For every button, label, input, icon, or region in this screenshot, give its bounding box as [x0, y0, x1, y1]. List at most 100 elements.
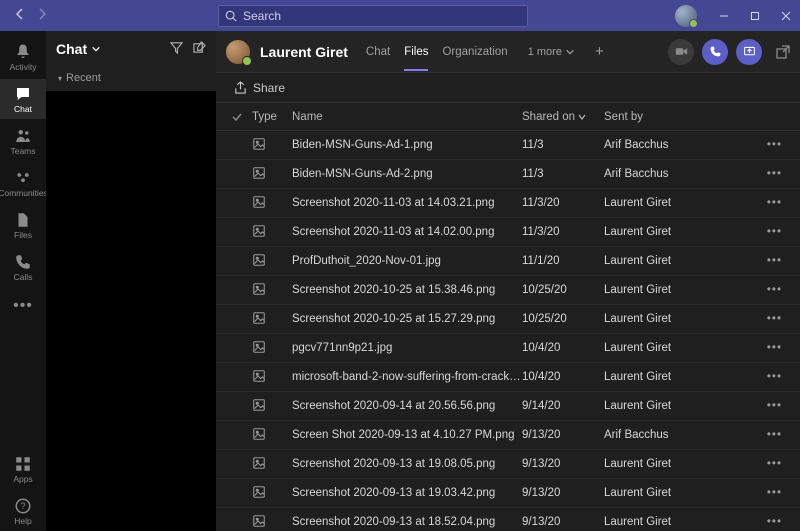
file-name: pgcv771nn9p21.jpg — [292, 342, 522, 354]
row-more-button[interactable]: ••• — [724, 516, 794, 528]
table-row[interactable]: Screenshot 2020-10-25 at 15.27.29.png10/… — [216, 305, 800, 334]
close-button[interactable] — [772, 2, 800, 30]
table-row[interactable]: Screen Shot 2020-09-13 at 4.10.27 PM.png… — [216, 421, 800, 450]
file-sent-by: Arif Bacchus — [604, 429, 724, 441]
image-file-icon — [252, 514, 266, 528]
row-more-button[interactable]: ••• — [724, 284, 794, 296]
rail-activity[interactable]: Activity — [0, 37, 46, 77]
search-icon — [225, 10, 237, 22]
rail-label: Help — [14, 516, 31, 526]
file-sent-by: Laurent Giret — [604, 284, 724, 296]
tab-chat[interactable]: Chat — [366, 33, 390, 71]
row-more-button[interactable]: ••• — [724, 400, 794, 412]
column-name[interactable]: Name — [292, 111, 522, 123]
more-tabs-dropdown[interactable]: 1 more — [528, 46, 575, 58]
image-file-icon — [252, 485, 266, 499]
app-rail: Activity Chat Teams Communities Files Ca… — [0, 31, 46, 531]
table-row[interactable]: Screenshot 2020-09-13 at 18.52.04.png9/1… — [216, 508, 800, 531]
rail-calls[interactable]: Calls — [0, 247, 46, 287]
rail-label: Apps — [13, 474, 32, 484]
screen-share-button[interactable] — [736, 39, 762, 65]
file-date: 9/13/20 — [522, 487, 604, 499]
popout-button[interactable] — [776, 45, 790, 59]
table-row[interactable]: Screenshot 2020-11-03 at 14.03.21.png11/… — [216, 189, 800, 218]
video-call-button[interactable] — [668, 39, 694, 65]
table-row[interactable]: Screenshot 2020-09-13 at 19.08.05.png9/1… — [216, 450, 800, 479]
rail-communities[interactable]: Communities — [0, 163, 46, 203]
rail-apps[interactable]: Apps — [0, 449, 46, 489]
table-row[interactable]: pgcv771nn9p21.jpg10/4/20Laurent Giret••• — [216, 334, 800, 363]
table-row[interactable]: microsoft-band-2-now-suffering-from-crac… — [216, 363, 800, 392]
recent-section[interactable]: Recent — [46, 66, 216, 90]
rail-teams[interactable]: Teams — [0, 121, 46, 161]
image-file-icon — [252, 398, 266, 412]
file-date: 10/25/20 — [522, 313, 604, 325]
image-file-icon — [252, 195, 266, 209]
file-name: Screen Shot 2020-09-13 at 4.10.27 PM.png — [292, 429, 522, 441]
row-more-button[interactable]: ••• — [724, 313, 794, 325]
rail-chat[interactable]: Chat — [0, 79, 46, 119]
add-tab-button[interactable]: + — [595, 43, 604, 60]
minimize-button[interactable] — [710, 2, 738, 30]
person-name: Laurent Giret — [260, 44, 348, 60]
share-button[interactable]: Share — [234, 81, 285, 95]
rail-label: Teams — [10, 146, 35, 156]
new-chat-button[interactable] — [193, 41, 206, 57]
file-sent-by: Laurent Giret — [604, 487, 724, 499]
row-more-button[interactable]: ••• — [724, 255, 794, 267]
image-file-icon — [252, 282, 266, 296]
table-row[interactable]: Screenshot 2020-09-14 at 20.56.56.png9/1… — [216, 392, 800, 421]
sort-desc-icon — [578, 113, 586, 121]
row-more-button[interactable]: ••• — [724, 168, 794, 180]
chat-panel-title[interactable]: Chat — [56, 41, 87, 57]
back-button[interactable] — [14, 8, 26, 23]
row-more-button[interactable]: ••• — [724, 226, 794, 238]
file-name: Screenshot 2020-09-13 at 19.08.05.png — [292, 458, 522, 470]
file-date: 9/13/20 — [522, 429, 604, 441]
audio-call-button[interactable] — [702, 39, 728, 65]
file-date: 11/3/20 — [522, 226, 604, 238]
file-date: 10/4/20 — [522, 342, 604, 354]
person-avatar[interactable] — [226, 40, 250, 64]
window-controls — [675, 2, 800, 30]
chevron-down-icon[interactable] — [91, 44, 101, 54]
row-more-button[interactable]: ••• — [724, 197, 794, 209]
table-row[interactable]: Screenshot 2020-11-03 at 14.02.00.png11/… — [216, 218, 800, 247]
column-sent-by[interactable]: Sent by — [604, 111, 724, 123]
file-date: 9/13/20 — [522, 458, 604, 470]
file-sent-by: Arif Bacchus — [604, 139, 724, 151]
tab-files[interactable]: Files — [404, 33, 428, 71]
profile-avatar[interactable] — [675, 5, 697, 27]
file-date: 11/3/20 — [522, 197, 604, 209]
file-name: Screenshot 2020-09-13 at 19.03.42.png — [292, 487, 522, 499]
row-more-button[interactable]: ••• — [724, 139, 794, 151]
rail-more[interactable]: ••• — [13, 289, 33, 323]
column-type[interactable]: Type — [252, 111, 292, 123]
table-row[interactable]: ProfDuthoit_2020-Nov-01.jpg11/1/20Lauren… — [216, 247, 800, 276]
search-box[interactable]: Search — [218, 5, 528, 27]
row-more-button[interactable]: ••• — [724, 342, 794, 354]
row-more-button[interactable]: ••• — [724, 458, 794, 470]
filter-button[interactable] — [170, 41, 183, 57]
maximize-button[interactable] — [741, 2, 769, 30]
forward-button[interactable] — [36, 8, 48, 23]
select-all-checkbox[interactable] — [222, 111, 252, 123]
row-more-button[interactable]: ••• — [724, 429, 794, 441]
file-date: 9/13/20 — [522, 516, 604, 528]
rail-help[interactable]: ? Help — [0, 491, 46, 531]
image-file-icon — [252, 224, 266, 238]
table-row[interactable]: Screenshot 2020-10-25 at 15.38.46.png10/… — [216, 276, 800, 305]
column-shared-on[interactable]: Shared on — [522, 111, 604, 123]
share-icon — [234, 81, 247, 94]
tab-organization[interactable]: Organization — [442, 33, 507, 71]
chat-list-empty — [46, 91, 216, 531]
chevron-down-icon — [565, 47, 575, 57]
table-row[interactable]: Biden-MSN-Guns-Ad-2.png11/3Arif Bacchus•… — [216, 160, 800, 189]
table-row[interactable]: Biden-MSN-Guns-Ad-1.png11/3Arif Bacchus•… — [216, 131, 800, 160]
row-more-button[interactable]: ••• — [724, 487, 794, 499]
table-row[interactable]: Screenshot 2020-09-13 at 19.03.42.png9/1… — [216, 479, 800, 508]
row-more-button[interactable]: ••• — [724, 371, 794, 383]
file-name: Screenshot 2020-11-03 at 14.02.00.png — [292, 226, 522, 238]
rail-files[interactable]: Files — [0, 205, 46, 245]
file-sent-by: Laurent Giret — [604, 226, 724, 238]
